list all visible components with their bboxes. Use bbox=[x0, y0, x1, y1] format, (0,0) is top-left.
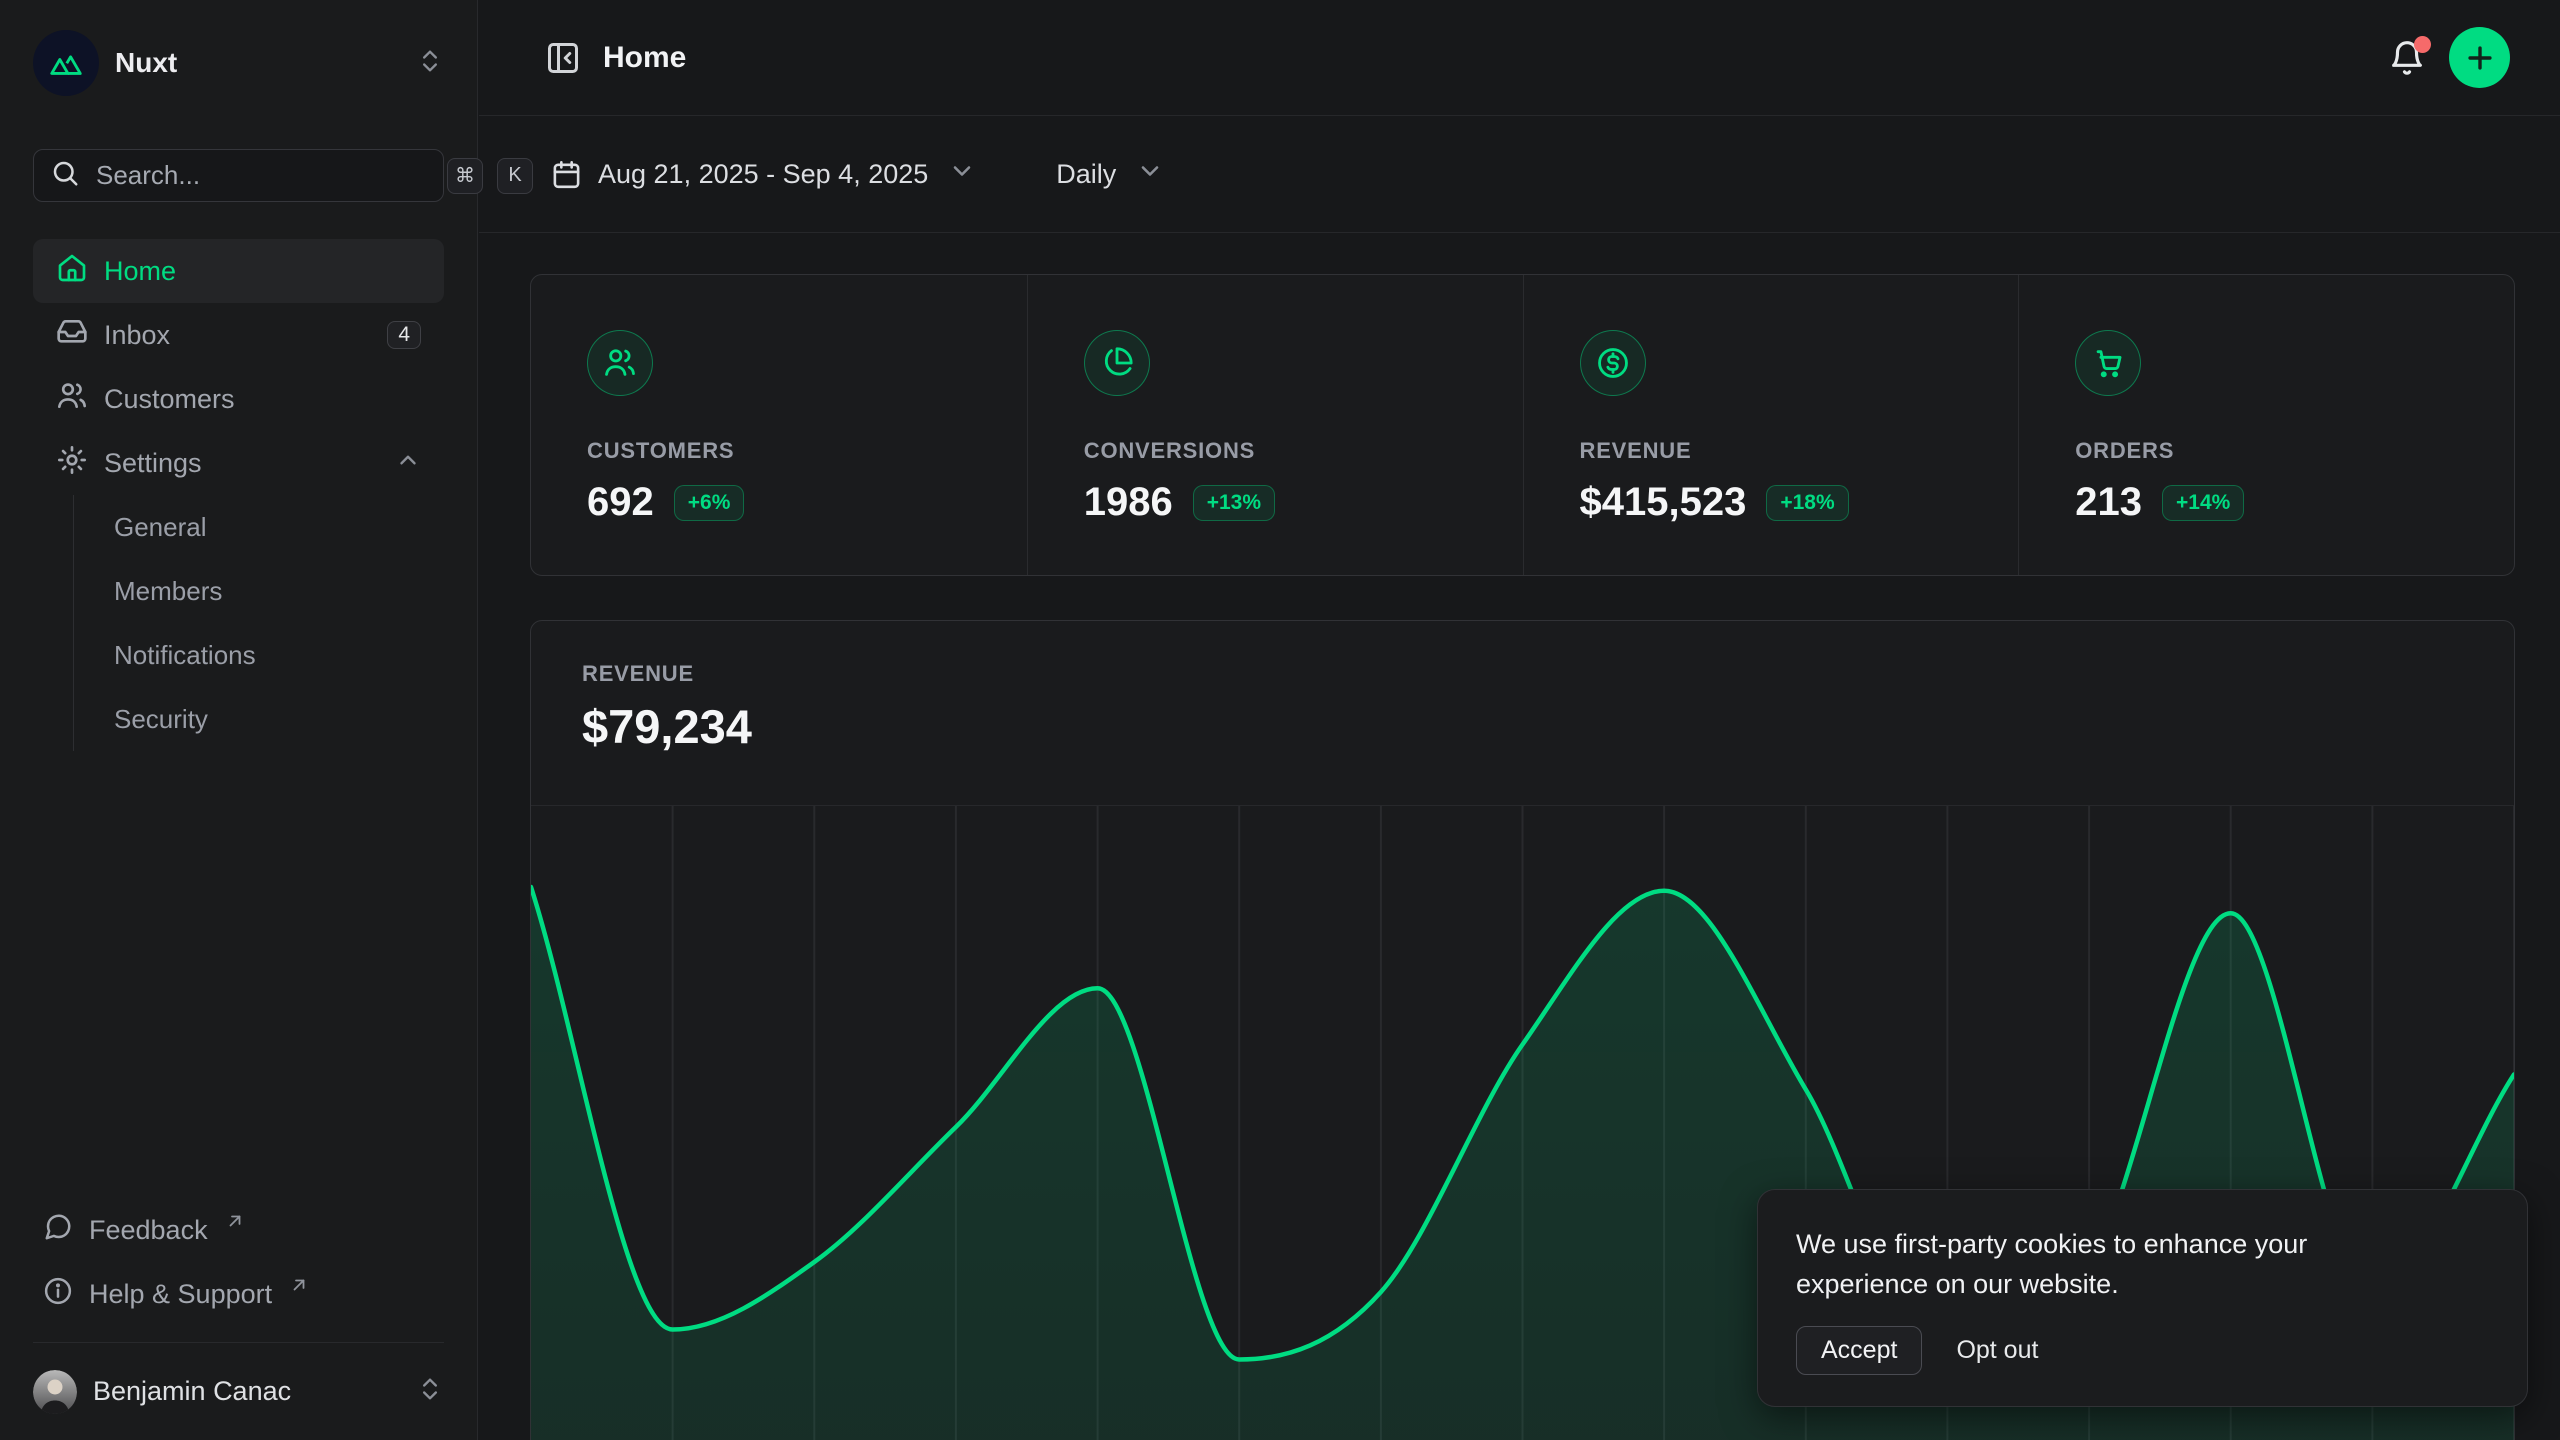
users-icon bbox=[587, 330, 653, 396]
inbox-count-badge: 4 bbox=[387, 321, 421, 349]
chevrons-up-down-icon bbox=[416, 1375, 444, 1408]
page-header: Home bbox=[479, 0, 2560, 116]
sidebar-item-home[interactable]: Home bbox=[33, 239, 444, 303]
stat-value: 1986 bbox=[1084, 480, 1173, 525]
stat-delta-badge: +13% bbox=[1193, 485, 1275, 521]
inbox-icon bbox=[56, 316, 88, 355]
stat-orders: ORDERS 213 +14% bbox=[2018, 275, 2514, 575]
stat-label: CONVERSIONS bbox=[1084, 438, 1523, 464]
stat-label: CUSTOMERS bbox=[587, 438, 1027, 464]
date-range-value: Aug 21, 2025 - Sep 4, 2025 bbox=[598, 159, 928, 190]
sidebar-item-security[interactable]: Security bbox=[106, 687, 444, 751]
sidebar-subitem-label: Members bbox=[114, 576, 436, 607]
circle-dollar-icon bbox=[1580, 330, 1646, 396]
cookie-banner: We use first-party cookies to enhance yo… bbox=[1757, 1189, 2528, 1407]
sidebar-item-general[interactable]: General bbox=[106, 495, 444, 559]
help-support-label: Help & Support bbox=[89, 1279, 272, 1310]
pie-chart-icon bbox=[1084, 330, 1150, 396]
cookie-message: We use first-party cookies to enhance yo… bbox=[1796, 1224, 2386, 1304]
stat-label: REVENUE bbox=[1580, 438, 2019, 464]
info-circle-icon bbox=[43, 1276, 73, 1313]
sidebar-item-label: Inbox bbox=[104, 320, 371, 351]
filters-toolbar: Aug 21, 2025 - Sep 4, 2025 Daily bbox=[479, 116, 2560, 233]
sidebar-item-notifications[interactable]: Notifications bbox=[106, 623, 444, 687]
stat-value: 692 bbox=[587, 480, 654, 525]
sidebar-item-settings[interactable]: Settings bbox=[33, 431, 444, 495]
shopping-cart-icon bbox=[2075, 330, 2141, 396]
notification-dot bbox=[2414, 36, 2431, 53]
date-range-picker[interactable]: Aug 21, 2025 - Sep 4, 2025 bbox=[545, 156, 982, 193]
revenue-chart-label: REVENUE bbox=[582, 661, 2514, 687]
stat-delta-badge: +14% bbox=[2162, 485, 2244, 521]
granularity-value: Daily bbox=[1056, 159, 1116, 190]
sidebar-footer: Feedback Help & Support bbox=[0, 1198, 477, 1343]
settings-subnav: General Members Notifications Security bbox=[73, 495, 444, 751]
search-icon bbox=[50, 158, 80, 193]
user-menu[interactable]: Benjamin Canac bbox=[23, 1343, 454, 1440]
stat-value: $415,523 bbox=[1580, 480, 1747, 525]
chevrons-up-down-icon bbox=[416, 47, 444, 80]
gear-icon bbox=[56, 444, 88, 483]
stat-delta-badge: +6% bbox=[674, 485, 745, 521]
stat-label: ORDERS bbox=[2075, 438, 2514, 464]
collapse-sidebar-button[interactable] bbox=[545, 40, 581, 76]
home-icon bbox=[56, 252, 88, 291]
sidebar-subitem-label: Notifications bbox=[114, 640, 436, 671]
sidebar-nav: Home Inbox 4 Customers Settings bbox=[33, 239, 444, 751]
feedback-link[interactable]: Feedback bbox=[33, 1198, 444, 1262]
sidebar-item-inbox[interactable]: Inbox 4 bbox=[33, 303, 444, 367]
external-link-icon bbox=[226, 1206, 244, 1237]
revenue-chart-total: $79,234 bbox=[582, 699, 2514, 754]
granularity-select[interactable]: Daily bbox=[1050, 156, 1170, 193]
sidebar-subitem-label: Security bbox=[114, 704, 436, 735]
stat-customers: CUSTOMERS 692 +6% bbox=[531, 275, 1027, 575]
kbd-meta: ⌘ bbox=[447, 158, 483, 194]
workspace-name: Nuxt bbox=[115, 47, 400, 79]
chevron-up-icon bbox=[395, 447, 421, 480]
add-button[interactable] bbox=[2449, 27, 2510, 88]
sidebar-item-customers[interactable]: Customers bbox=[33, 367, 444, 431]
chevron-down-icon bbox=[1136, 157, 1164, 192]
users-icon bbox=[56, 380, 88, 419]
sidebar-item-label: Customers bbox=[104, 384, 421, 415]
sidebar-subitem-label: General bbox=[114, 512, 436, 543]
chevron-down-icon bbox=[948, 157, 976, 192]
page-title: Home bbox=[603, 41, 2365, 75]
user-name: Benjamin Canac bbox=[93, 1376, 400, 1407]
sidebar-item-label: Home bbox=[104, 256, 421, 287]
workspace-switcher[interactable]: Nuxt bbox=[23, 30, 454, 96]
help-support-link[interactable]: Help & Support bbox=[33, 1262, 444, 1326]
panel-left-close-icon bbox=[545, 40, 581, 76]
calendar-icon bbox=[551, 159, 582, 190]
search-input[interactable] bbox=[94, 159, 433, 192]
opt-out-button[interactable]: Opt out bbox=[1956, 1327, 2038, 1374]
sidebar: Nuxt ⌘ K Home Inbo bbox=[0, 0, 478, 1440]
stat-delta-badge: +18% bbox=[1766, 485, 1848, 521]
stat-value: 213 bbox=[2075, 480, 2142, 525]
stat-revenue: REVENUE $415,523 +18% bbox=[1523, 275, 2019, 575]
accept-button[interactable]: Accept bbox=[1796, 1326, 1922, 1375]
stat-conversions: CONVERSIONS 1986 +13% bbox=[1027, 275, 1523, 575]
sidebar-item-members[interactable]: Members bbox=[106, 559, 444, 623]
message-bubble-icon bbox=[43, 1212, 73, 1249]
stats-row: CUSTOMERS 692 +6% CONVERSIONS 1986 +13% bbox=[530, 274, 2515, 576]
notifications-button[interactable] bbox=[2387, 38, 2427, 78]
dashboard-root: Nuxt ⌘ K Home Inbo bbox=[0, 0, 2560, 1440]
avatar bbox=[33, 1370, 77, 1414]
sidebar-item-label: Settings bbox=[104, 448, 379, 479]
feedback-label: Feedback bbox=[89, 1215, 208, 1246]
nuxt-logo-icon bbox=[33, 30, 99, 96]
plus-icon bbox=[2463, 41, 2497, 75]
search-bar: ⌘ K bbox=[33, 149, 444, 202]
external-link-icon bbox=[290, 1270, 308, 1301]
